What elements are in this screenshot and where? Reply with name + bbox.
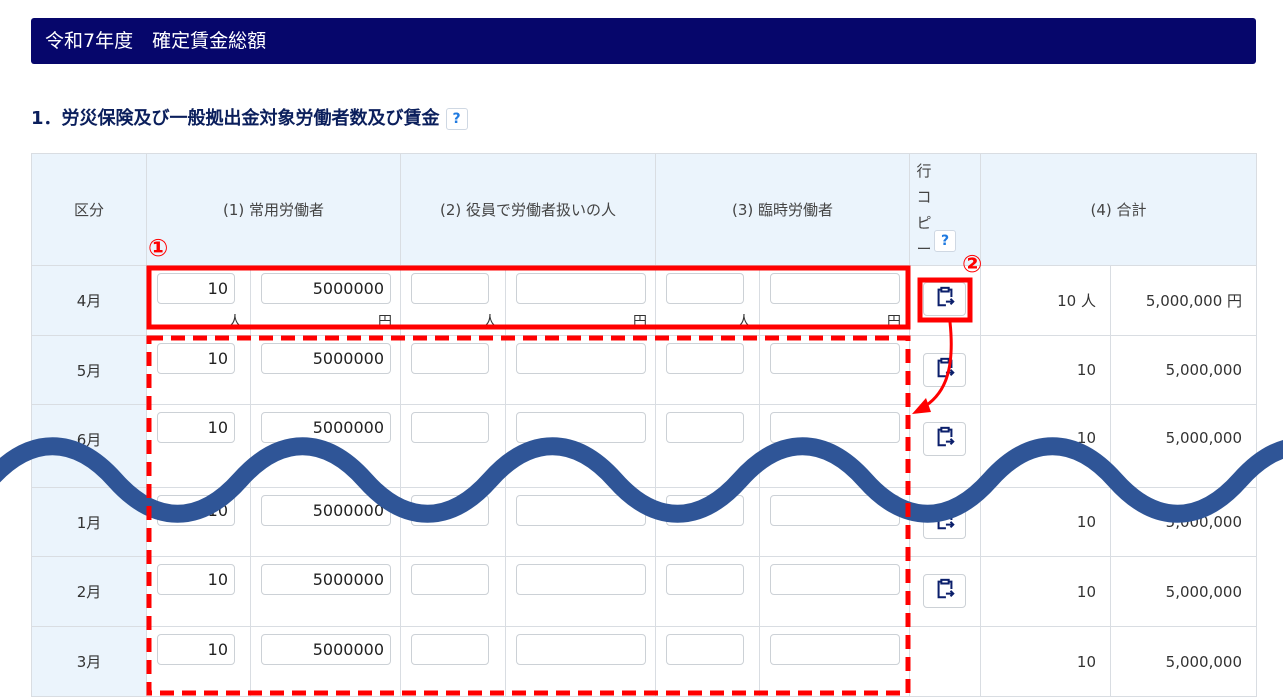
row-copy-button[interactable] (923, 282, 966, 316)
total-people: 10 (980, 487, 1111, 557)
clipboard-copy-icon (934, 578, 956, 604)
number-input[interactable] (411, 412, 489, 443)
number-input[interactable] (516, 564, 646, 595)
number-input[interactable] (770, 343, 900, 374)
month-label: 4月 (31, 265, 147, 336)
header-officers: (2) 役員で労働者扱いの人 (400, 153, 656, 266)
number-input[interactable]: 10 (157, 634, 235, 665)
total-people: 10 (980, 556, 1111, 627)
number-input[interactable] (411, 273, 489, 304)
number-input[interactable]: 5000000 (261, 273, 391, 304)
unit-label: 人 (483, 314, 497, 330)
unit-label: 円 (887, 314, 901, 330)
help-button[interactable]: ? (934, 230, 956, 252)
month-label: 3月 (31, 626, 147, 697)
number-input[interactable] (411, 564, 489, 595)
number-input[interactable]: 10 (157, 495, 235, 526)
row-copy-button[interactable] (923, 422, 966, 456)
month-label: 2月 (31, 556, 147, 627)
header-row-copy: 行コピー? (909, 153, 981, 266)
total-wage: 5,000,000 (1110, 335, 1257, 405)
header-kubun: 区分 (31, 153, 147, 266)
number-input[interactable]: 5000000 (261, 564, 391, 595)
number-input[interactable]: 10 (157, 343, 235, 374)
unit-label: 人 (228, 314, 242, 330)
total-people: 10 (980, 404, 1111, 488)
number-input[interactable] (770, 495, 900, 526)
number-input[interactable]: 5000000 (261, 412, 391, 443)
total-wage: 5,000,000 (1110, 626, 1257, 697)
number-input[interactable]: 10 (157, 564, 235, 595)
table-row: 6月 10 5000000 10 5,000,000 (31, 404, 1257, 488)
total-wage: 5,000,000 (1110, 487, 1257, 557)
number-input[interactable] (516, 343, 646, 374)
number-input[interactable] (666, 273, 744, 304)
clipboard-copy-icon (934, 357, 956, 383)
total-wage: 5,000,000 (1110, 556, 1257, 627)
number-input[interactable]: 10 (157, 412, 235, 443)
number-input[interactable]: 10 (157, 273, 235, 304)
section-heading: 1．労災保険及び一般拠出金対象労働者数及び賃金? (31, 104, 468, 130)
page-title-bar: 令和7年度 確定賃金総額 (31, 18, 1256, 64)
total-people: 10 (980, 626, 1111, 697)
total-wage: 5,000,000 円 (1110, 265, 1257, 336)
number-input[interactable] (770, 273, 900, 304)
number-input[interactable]: 5000000 (261, 343, 391, 374)
table-row: 5月 10 5000000 10 5,000,000 (31, 335, 1257, 405)
number-input[interactable] (411, 495, 489, 526)
clipboard-copy-icon (934, 426, 956, 452)
page-title: 令和7年度 確定賃金総額 (45, 30, 267, 52)
month-label: 5月 (31, 335, 147, 405)
unit-label: 円 (378, 314, 392, 330)
header-temporary-workers: (3) 臨時労働者 (655, 153, 910, 266)
wage-table: 区分 (1) 常用労働者 (2) 役員で労働者扱いの人 (3) 臨時労働者 行コ… (31, 153, 1257, 697)
row-copy-button[interactable] (923, 505, 966, 539)
month-label: 6月 (31, 404, 147, 488)
clipboard-copy-icon (934, 509, 956, 535)
table-row: 2月 10 5000000 10 5,000,000 (31, 556, 1257, 627)
table-row: 1月 10 5000000 10 5,000,000 (31, 487, 1257, 557)
number-input[interactable] (666, 634, 744, 665)
clipboard-copy-icon (934, 286, 956, 312)
number-input[interactable] (411, 343, 489, 374)
number-input[interactable] (770, 412, 900, 443)
unit-label: 人 (737, 314, 751, 330)
number-input[interactable]: 5000000 (261, 495, 391, 526)
header-total: (4) 合計 (980, 153, 1257, 266)
number-input[interactable] (770, 564, 900, 595)
row-copy-button[interactable] (923, 353, 966, 387)
number-input[interactable] (770, 634, 900, 665)
total-wage: 5,000,000 (1110, 404, 1257, 488)
number-input[interactable]: 5000000 (261, 634, 391, 665)
number-input[interactable] (666, 343, 744, 374)
number-input[interactable] (516, 495, 646, 526)
section-title: 1．労災保険及び一般拠出金対象労働者数及び賃金 (31, 108, 440, 129)
table-row: 3月 10 5000000 10 5,000,000 (31, 626, 1257, 697)
row-copy-button[interactable] (923, 574, 966, 608)
month-label: 1月 (31, 487, 147, 557)
number-input[interactable] (516, 412, 646, 443)
table-row: 4月 10 人 5000000 円 人 円 人 円 10 人 5,000,000 円 (31, 265, 1257, 336)
header-regular-workers: (1) 常用労働者 (146, 153, 401, 266)
total-people: 10 人 (980, 265, 1111, 336)
number-input[interactable] (516, 273, 646, 304)
total-people: 10 (980, 335, 1111, 405)
number-input[interactable] (516, 634, 646, 665)
number-input[interactable] (411, 634, 489, 665)
unit-label: 円 (633, 314, 647, 330)
number-input[interactable] (666, 412, 744, 443)
help-button[interactable]: ? (445, 108, 468, 130)
number-input[interactable] (666, 564, 744, 595)
number-input[interactable] (666, 495, 744, 526)
